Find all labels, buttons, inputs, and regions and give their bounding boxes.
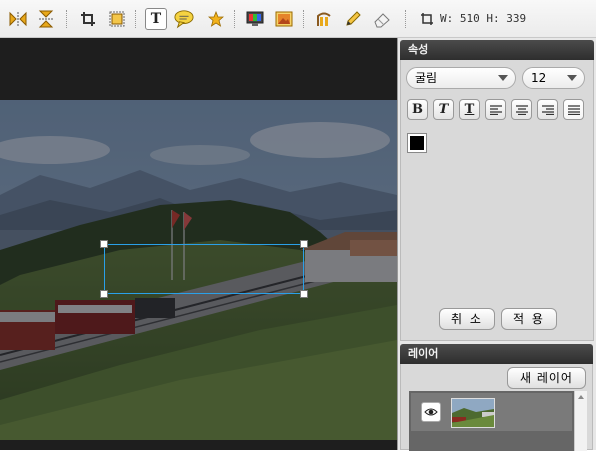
font-size-select[interactable]: 12 (522, 67, 585, 89)
text-color-swatch (410, 136, 424, 150)
resize-handle-top-right[interactable] (300, 240, 308, 248)
chevron-down-icon (567, 75, 577, 81)
bold-button[interactable]: B (407, 99, 428, 120)
resize-handle-bottom-left[interactable] (100, 290, 108, 298)
layer-scrollbar[interactable] (574, 391, 587, 451)
align-justify-icon (567, 104, 580, 115)
color-filter-icon[interactable] (245, 9, 265, 29)
resize-icon[interactable] (107, 9, 127, 29)
canvas-dimensions: W: 510 H: 339 (440, 12, 527, 25)
align-left-button[interactable] (485, 99, 506, 120)
layer-thumbnail (451, 398, 495, 428)
align-center-button[interactable] (511, 99, 532, 120)
properties-panel: 굴림 12 B T T 취 소 적 용 (400, 60, 594, 341)
align-justify-button[interactable] (563, 99, 584, 120)
apply-button[interactable]: 적 용 (501, 308, 557, 330)
italic-icon: T (438, 102, 449, 117)
cancel-button[interactable]: 취 소 (439, 308, 495, 330)
text-tool-icon[interactable]: T (145, 8, 167, 30)
eye-icon[interactable] (421, 402, 441, 422)
flip-vertical-icon[interactable] (36, 9, 56, 29)
chevron-down-icon (498, 75, 508, 81)
toolbar: T W: 510 H: 339 (0, 0, 596, 38)
align-right-icon (541, 104, 554, 115)
align-left-icon (489, 104, 502, 115)
align-right-button[interactable] (537, 99, 558, 120)
layers-panel: 새 레이어 (400, 364, 593, 451)
star-icon[interactable] (206, 9, 226, 29)
layer-item[interactable] (411, 393, 572, 431)
resize-handle-bottom-right[interactable] (300, 290, 308, 298)
resize-handle-top-left[interactable] (100, 240, 108, 248)
layers-header: 레이어 (400, 344, 593, 364)
selection-box[interactable] (100, 240, 308, 298)
layer-list (409, 391, 574, 451)
speech-bubble-icon[interactable] (174, 9, 194, 29)
canvas-area[interactable] (0, 38, 397, 450)
bold-icon: B (412, 102, 423, 117)
text-color-picker[interactable] (407, 133, 427, 153)
underline-button[interactable]: T (459, 99, 480, 120)
font-family-select[interactable]: 굴림 (406, 67, 516, 89)
scroll-up-icon[interactable] (575, 392, 587, 402)
underline-icon: T (464, 102, 475, 117)
canvas-size-icon[interactable] (417, 9, 437, 29)
stamp-icon[interactable] (314, 9, 334, 29)
align-center-icon (515, 104, 528, 115)
italic-button[interactable]: T (433, 99, 454, 120)
properties-header: 속성 (400, 40, 594, 60)
image-frame-icon[interactable] (274, 9, 294, 29)
font-family-value: 굴림 (415, 71, 438, 85)
font-size-value: 12 (531, 71, 547, 85)
new-layer-button[interactable]: 새 레이어 (507, 367, 586, 389)
pencil-icon[interactable] (343, 9, 363, 29)
right-panel: 속성 굴림 12 B T T 취 소 적 용 레이어 새 레이어 (397, 38, 596, 451)
eraser-icon[interactable] (372, 9, 392, 29)
crop-icon[interactable] (78, 9, 98, 29)
flip-horizontal-icon[interactable] (8, 9, 28, 29)
